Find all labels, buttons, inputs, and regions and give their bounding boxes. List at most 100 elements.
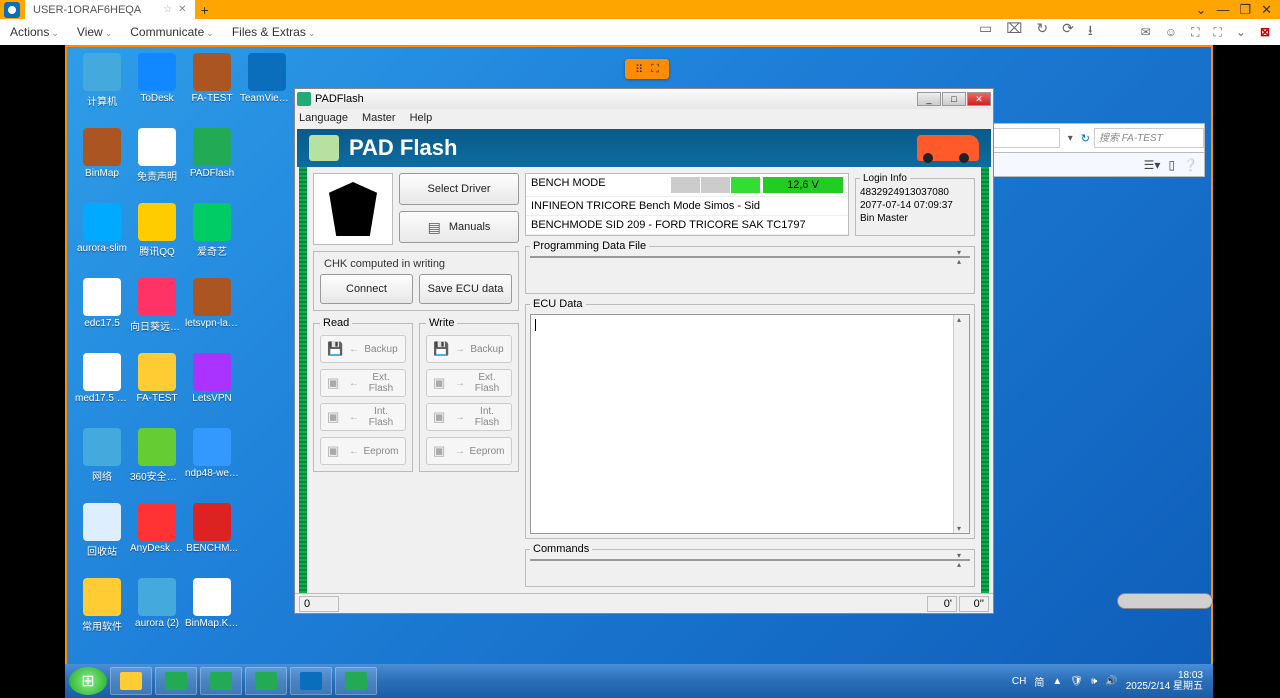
desktop-icon[interactable]: 计算机: [75, 53, 129, 108]
tray-expand-icon[interactable]: ▲: [1052, 676, 1062, 687]
ctrl-alt-del-icon[interactable]: ⌧: [1006, 20, 1022, 44]
maximize-button[interactable]: □: [942, 92, 966, 106]
dropdown-icon[interactable]: ▾: [1064, 133, 1077, 144]
scrollbar[interactable]: [953, 315, 969, 533]
write-backup-button[interactable]: 💾→Backup: [426, 335, 512, 363]
new-tab-button[interactable]: +: [195, 2, 215, 18]
maximize-icon[interactable]: ❐: [1239, 2, 1251, 18]
remote-viewport: ⠿ ⛶ ▾ ↻ 搜索 FA-TEST ☰▾ ▯ ❔ // placeholder…: [0, 45, 1280, 698]
menu-language[interactable]: Language: [299, 112, 348, 124]
chevron-down-icon[interactable]: ⌄: [1196, 2, 1207, 18]
read-eeprom-button[interactable]: ▣←Eeprom: [320, 437, 406, 465]
desktop-icon[interactable]: BinMap.KEY: [185, 578, 239, 629]
minimize-icon[interactable]: —: [1216, 2, 1229, 18]
close-button[interactable]: ✕: [967, 92, 991, 106]
session-close-icon[interactable]: ⊠: [1260, 25, 1270, 40]
desktop-icon[interactable]: FA-TEST: [185, 53, 239, 104]
ime-mode[interactable]: 简: [1034, 674, 1044, 689]
star-icon[interactable]: ☆: [163, 4, 172, 15]
reboot-icon[interactable]: ⟳: [1062, 20, 1074, 44]
desktop-icon[interactable]: letsvpn-la...(4): [185, 278, 239, 329]
floating-toolbar[interactable]: ⠿ ⛶: [625, 59, 669, 79]
tab-close-icon[interactable]: ✕: [178, 4, 186, 15]
menu-communicate[interactable]: Communicate⌄: [130, 25, 214, 39]
explorer-path-field[interactable]: [990, 128, 1060, 148]
feedback-icon[interactable]: ☺: [1165, 25, 1177, 40]
fullscreen-icon[interactable]: ⛶: [1213, 25, 1221, 40]
close-icon[interactable]: ✕: [1261, 2, 1272, 18]
write-intflash-button[interactable]: ▣→Int. Flash: [426, 403, 512, 431]
read-extflash-button[interactable]: ▣←Ext. Flash: [320, 369, 406, 397]
volume-icon[interactable]: 🔊: [1105, 676, 1117, 687]
desktop-icon[interactable]: BENCHM...: [185, 503, 239, 554]
monitor-icon[interactable]: ▭: [979, 20, 992, 44]
desktop-icon[interactable]: aurora-slim: [75, 203, 129, 254]
desktop-icon[interactable]: LetsVPN: [185, 353, 239, 404]
menu-help[interactable]: Help: [410, 112, 433, 124]
menu-master[interactable]: Master: [362, 112, 396, 124]
drag-handle-icon[interactable]: ⠿: [635, 63, 643, 76]
pane-icon[interactable]: ▯: [1168, 158, 1175, 172]
desktop-icon[interactable]: TeamViewer: [240, 53, 294, 104]
taskbar-item[interactable]: [200, 667, 242, 695]
start-button[interactable]: [69, 667, 107, 695]
expand-icon[interactable]: ⛶: [651, 63, 659, 76]
manuals-button[interactable]: ▤Manuals: [399, 211, 519, 243]
desktop-icon[interactable]: 向日葵远程控制: [130, 278, 184, 333]
message-icon[interactable]: ✉: [1141, 25, 1151, 40]
connect-button[interactable]: Connect: [320, 274, 413, 304]
padflash-titlebar[interactable]: PADFlash _ □ ✕: [295, 89, 993, 109]
taskbar-item[interactable]: [335, 667, 377, 695]
chevron-down-icon[interactable]: ⌄: [1236, 25, 1246, 40]
desktop-icon[interactable]: 免责声明: [130, 128, 184, 183]
commands-textarea[interactable]: [530, 559, 970, 561]
refresh-icon[interactable]: ↻: [1077, 132, 1094, 145]
taskbar-item[interactable]: [245, 667, 287, 695]
write-extflash-button[interactable]: ▣→Ext. Flash: [426, 369, 512, 397]
desktop-icon[interactable]: 常用软件: [75, 578, 129, 633]
desktop-icon[interactable]: 回收站: [75, 503, 129, 558]
desktop-icon[interactable]: BinMap: [75, 128, 129, 179]
desktop-icon[interactable]: med17.5 tc1766: [75, 353, 129, 404]
desktop-icon[interactable]: ToDesk: [130, 53, 184, 104]
download-icon[interactable]: ⭳: [1088, 20, 1093, 44]
desktop-icon[interactable]: FA-TEST: [130, 353, 184, 404]
remote-scrollbar[interactable]: [1117, 593, 1213, 609]
taskbar-item[interactable]: [290, 667, 332, 695]
desktop-icon[interactable]: aurora (2): [130, 578, 184, 629]
taskbar-item[interactable]: [110, 667, 152, 695]
ime-indicator[interactable]: CH: [1012, 676, 1026, 687]
desktop-icon[interactable]: 网络: [75, 428, 129, 483]
help-icon[interactable]: ❔: [1183, 158, 1198, 172]
save-icon: 💾: [327, 341, 345, 357]
desktop-icon[interactable]: 腾讯QQ: [130, 203, 184, 258]
ecu-data-textarea[interactable]: [530, 314, 970, 534]
read-intflash-button[interactable]: ▣←Int. Flash: [320, 403, 406, 431]
read-backup-button[interactable]: 💾←Backup: [320, 335, 406, 363]
scan-icon[interactable]: ⛶: [1191, 25, 1199, 40]
menu-files-extras[interactable]: Files & Extras⌄: [232, 25, 316, 39]
remote-desktop[interactable]: ⠿ ⛶ ▾ ↻ 搜索 FA-TEST ☰▾ ▯ ❔ // placeholder…: [65, 45, 1213, 698]
desktop-icon[interactable]: AnyDesk (2): [130, 503, 184, 554]
desktop-icon[interactable]: ndp48-web (1): [185, 428, 239, 479]
taskbar-clock[interactable]: 18:03 2025/2/14 星期五: [1126, 670, 1203, 692]
view-icon[interactable]: ☰▾: [1144, 158, 1161, 172]
desktop-icon[interactable]: edc17.5: [75, 278, 129, 329]
desktop-icon[interactable]: PADFlash: [185, 128, 239, 179]
write-eeprom-button[interactable]: ▣→Eeprom: [426, 437, 512, 465]
programming-data-textarea[interactable]: [530, 256, 970, 258]
select-driver-button[interactable]: Select Driver: [399, 173, 519, 205]
lock-icon[interactable]: ↻: [1036, 20, 1048, 44]
chip-icon: ▣: [433, 443, 451, 459]
save-ecu-button[interactable]: Save ECU data: [419, 274, 512, 304]
taskbar-item[interactable]: [155, 667, 197, 695]
minimize-button[interactable]: _: [917, 92, 941, 106]
desktop-icon[interactable]: 360安全浏览器: [130, 428, 184, 483]
menu-actions[interactable]: Actions⌄: [10, 25, 59, 39]
session-tab[interactable]: USER-1ORAF6HEQA ☆ ✕: [25, 0, 195, 19]
explorer-search-field[interactable]: 搜索 FA-TEST: [1094, 128, 1204, 148]
menu-view[interactable]: View⌄: [77, 25, 112, 39]
shield-icon[interactable]: 🛡: [1070, 676, 1083, 687]
desktop-icon[interactable]: 爱奇艺: [185, 203, 239, 258]
network-icon[interactable]: 🕪: [1091, 676, 1097, 687]
